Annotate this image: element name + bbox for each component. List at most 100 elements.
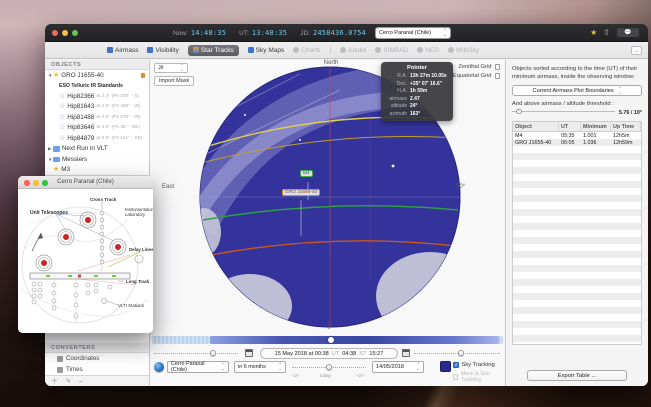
site-dropdown[interactable]: Cerro Paranal (Chile)⌃⌄	[167, 361, 229, 373]
m4-map-label[interactable]: M4	[300, 170, 313, 177]
remove-object-button[interactable]: –	[79, 378, 83, 385]
share-icon[interactable]: ⇧	[603, 29, 610, 37]
star-outline-icon: ☆	[59, 124, 65, 131]
star-outline-icon: ☆	[59, 135, 65, 142]
slider-max-label: +2Y	[356, 373, 364, 378]
moon-sun-tracking-checkbox[interactable]: Moon & Sun Tracking	[453, 371, 505, 383]
close-button[interactable]	[52, 30, 58, 36]
tab-visibility[interactable]: Visibility	[147, 47, 178, 54]
sidebar-item-hip81643[interactable]: ☆ Hip81643at 2.6° (PA 268° - W)	[45, 102, 149, 113]
aladin-icon	[340, 47, 346, 53]
favorite-icon[interactable]: ★	[590, 29, 597, 37]
svg-text:Laboratory: Laboratory	[125, 212, 146, 217]
sidebar-item-gro[interactable]: ▼ ★ GRO J1655-40	[45, 70, 149, 81]
add-object-button[interactable]: ＋	[51, 376, 58, 386]
sidebar-item-hip84879[interactable]: ☆ Hip84879at 5.8° (PA 121° - SE)	[45, 133, 149, 144]
sky-color-swatch[interactable]	[440, 361, 451, 372]
time-fine-slider[interactable]	[154, 348, 238, 358]
azimuth-0-label: 0°	[320, 325, 340, 331]
checkbox-icon[interactable]	[495, 73, 501, 79]
night-timeline-bar[interactable]	[152, 336, 503, 344]
tab-sky-maps[interactable]: Sky Maps	[248, 47, 285, 54]
vlti-station-icons	[32, 282, 112, 318]
edit-object-button[interactable]: ✎	[66, 378, 71, 385]
star-outline-icon: ☆	[59, 93, 65, 100]
now-label: Now:	[173, 30, 188, 37]
horizon-mask-blob	[208, 274, 292, 338]
cross-track-label: Cross Track	[90, 197, 117, 202]
slider-knob[interactable]	[326, 364, 332, 370]
status-badge	[141, 73, 146, 78]
sky-tracking-checkbox[interactable]: Sky Tracking	[453, 362, 495, 368]
star-icon: ★	[53, 72, 59, 79]
vlti-stations-label: VLTI Stations	[118, 303, 145, 308]
folder-icon	[53, 157, 60, 163]
charts-icon	[293, 47, 299, 53]
threshold-slider[interactable]	[512, 111, 615, 116]
times-icon	[57, 367, 63, 373]
minimize-button[interactable]	[33, 180, 39, 186]
tab-ned[interactable]: NED	[417, 47, 439, 54]
slider-today-label: today	[320, 373, 331, 378]
desktop: Now:14:48:35 UT:13:48:35 JD:2458436.0754…	[0, 0, 651, 407]
star-tracks-icon	[193, 47, 199, 53]
checkbox-checked-icon[interactable]	[453, 362, 459, 368]
sky-maps-icon	[248, 47, 254, 53]
export-table-button[interactable]: Export Table ...	[527, 370, 627, 381]
range-dropdown[interactable]: in 6 months⌃⌄	[234, 361, 286, 373]
time-coarse-slider[interactable]	[414, 348, 500, 358]
slider-knob[interactable]	[516, 109, 522, 115]
globe-icon	[154, 362, 164, 372]
wikisky-icon	[448, 47, 454, 53]
long-track-label: Long Track	[126, 279, 150, 284]
calendar-icon[interactable]	[245, 349, 253, 357]
sidebar-item-hip81488[interactable]: ☆ Hip81488at 2.8° (PA 276° - W)	[45, 112, 149, 123]
tab-charts[interactable]: Charts	[293, 47, 320, 54]
ut-value: 13:48:35	[252, 29, 287, 37]
tab-star-tracks[interactable]: Star Tracks	[188, 45, 239, 56]
toolbar: Airmass Visibility Star Tracks Sky Maps …	[45, 42, 648, 59]
observatory-select[interactable]: Cerro Paranal (Chile)⌃⌄	[375, 27, 451, 39]
time-knob[interactable]	[328, 337, 334, 343]
calendar-icon[interactable]	[402, 349, 410, 357]
boundaries-select[interactable]: Current Airmass Plot Boundaries⌃⌄	[512, 85, 642, 96]
date-field[interactable]: 14/05/2018⌃⌄	[372, 361, 424, 373]
paranal-window: Cerro Paranal (Chile)	[18, 176, 153, 333]
sidebar-item-hip82366[interactable]: ☆ Hip82366at 2.3° (PA 200° - S)	[45, 91, 149, 102]
import-mask-button[interactable]: Import Mask	[154, 76, 194, 86]
table-row[interactable]: M4 05:35 1.001 12h5m	[513, 132, 641, 139]
zoom-button[interactable]	[42, 180, 48, 186]
feedback-button[interactable]: 💬	[616, 27, 640, 38]
tab-simbad[interactable]: SIMBAD	[375, 47, 408, 54]
slider-knob[interactable]	[458, 350, 464, 356]
minimize-button[interactable]	[62, 30, 68, 36]
jd-value: 2458436.0754	[313, 29, 366, 37]
close-button[interactable]	[24, 180, 30, 186]
table-body[interactable]: M4 05:35 1.001 12h5m GRO J1655-40 06:05 …	[513, 132, 641, 344]
checkbox-icon[interactable]	[495, 64, 501, 70]
east-label: East	[162, 184, 174, 190]
sidebar-item-m3[interactable]: ★ M3	[45, 165, 149, 176]
datetime-pill[interactable]: 15 May 2018 at 00:38 UT04:38 ST15:27	[260, 348, 398, 359]
zoom-button[interactable]	[72, 30, 78, 36]
sidebar-item-messiers[interactable]: ▼ Messiers	[45, 154, 149, 165]
star-icon: ★	[53, 166, 59, 173]
ut-label: UT:	[239, 30, 249, 37]
star-outline-icon: ☆	[59, 114, 65, 121]
date-range-slider[interactable]	[292, 362, 366, 372]
coordinates-icon	[57, 356, 63, 362]
checkbox-icon[interactable]	[453, 374, 458, 380]
mask-select[interactable]: Jil⌃⌄	[154, 63, 188, 73]
gro-map-label[interactable]: GRO J1655-40	[282, 189, 320, 196]
toolbar-overflow-dropdown[interactable]: ⌄	[631, 46, 642, 55]
tab-aladin[interactable]: Aladin	[340, 47, 366, 54]
sidebar-item-hip83646[interactable]: ☆ Hip83646at 4.0° (PA 36° - NE)	[45, 123, 149, 134]
converter-times[interactable]: Times	[45, 364, 149, 375]
horizon-mask-blob	[376, 252, 484, 340]
converter-coordinates[interactable]: Coordinates	[45, 353, 149, 364]
sidebar-item-next-run[interactable]: ▶ Next Run in VLT	[45, 144, 149, 155]
slider-knob[interactable]	[210, 350, 216, 356]
tab-airmass[interactable]: Airmass	[107, 47, 138, 54]
tab-wikisky[interactable]: WikiSky	[448, 47, 479, 54]
table-row[interactable]: GRO J1655-40 06:05 1.036 12h59m	[513, 139, 641, 146]
